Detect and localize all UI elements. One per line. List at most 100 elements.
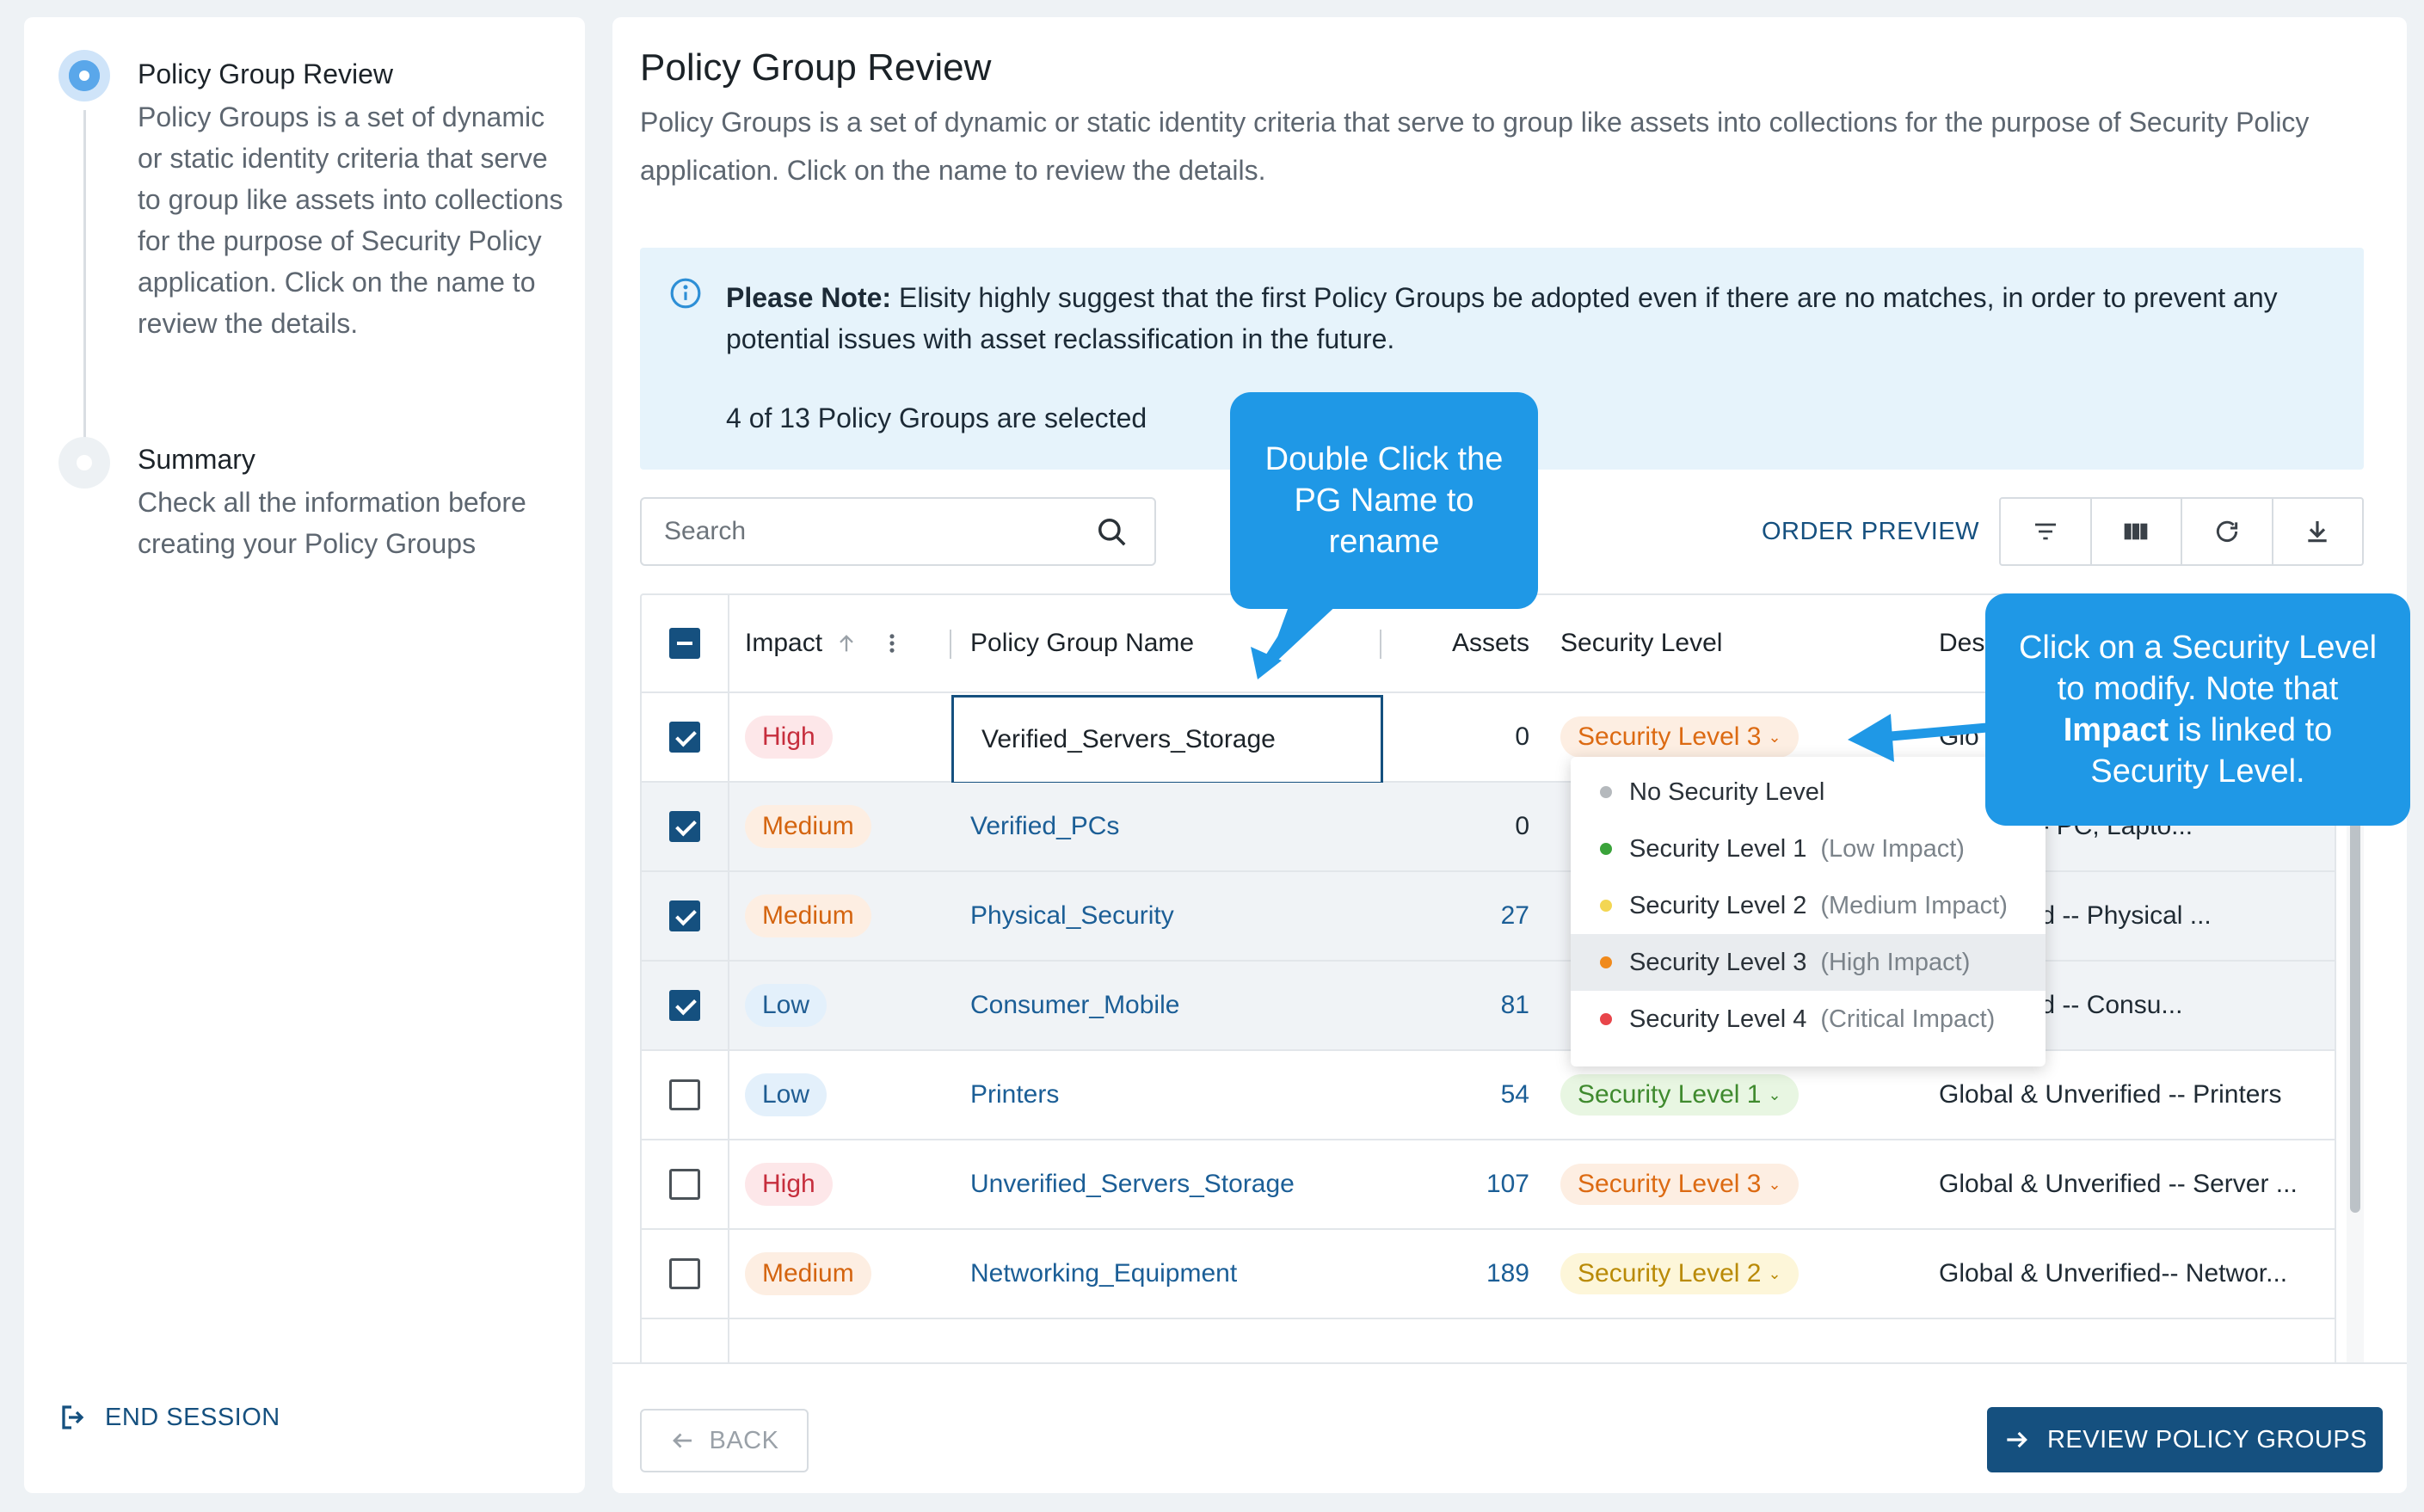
status-dot-icon [1600, 843, 1612, 855]
option-label: Security Level 2 [1629, 891, 1807, 919]
review-policy-groups-button[interactable]: REVIEW POLICY GROUPS [1987, 1407, 2383, 1472]
impact-badge: Low [745, 984, 827, 1027]
columns-button[interactable] [2092, 499, 2182, 564]
table-row[interactable]: High Unverified_Servers_Storage 107 Secu… [642, 1140, 2335, 1230]
column-menu-icon[interactable] [888, 631, 896, 655]
dropdown-option-level-4[interactable]: Security Level 4 (Critical Impact) [1571, 991, 2046, 1048]
row-checkbox[interactable] [669, 722, 700, 753]
policy-group-name-link[interactable]: Unverified_Servers_Storage [951, 1140, 1381, 1228]
dropdown-option-no-security[interactable]: No Security Level [1571, 764, 2046, 821]
dropdown-option-level-3[interactable]: Security Level 3 (High Impact) [1571, 934, 2046, 991]
table-row[interactable]: Low Printers 54 Security Level 1 ⌄ Global… [642, 1051, 2335, 1140]
row-checkbox[interactable] [669, 990, 700, 1021]
option-sublabel: (Critical Impact) [1820, 1005, 1996, 1033]
selection-count: 4 of 13 Policy Groups are selected [726, 403, 1147, 433]
assets-link[interactable]: 27 [1381, 872, 1541, 960]
search-icon[interactable] [1096, 516, 1129, 549]
impact-badge: Medium [745, 1252, 871, 1295]
arrow-left-icon [672, 1433, 692, 1448]
info-icon [670, 278, 701, 309]
row-checkbox[interactable] [669, 900, 700, 931]
security-level-dropdown: No Security Level Security Level 1 (Low I… [1571, 757, 2046, 1066]
impact-badge: Medium [745, 894, 871, 937]
row-select-cell [642, 872, 729, 960]
security-level-chip[interactable]: Security Level 3 ⌄ [1560, 1164, 1799, 1205]
stepper-connector [83, 110, 86, 446]
row-select-cell [642, 1140, 729, 1228]
callout-line: Security Level. [2090, 753, 2305, 790]
callout-line: PG Name to [1294, 482, 1474, 519]
table-toolbar [1999, 497, 2364, 566]
policy-group-name-link[interactable]: Printers [951, 1051, 1381, 1139]
row-select-cell [642, 1319, 729, 1362]
filter-button[interactable] [2001, 499, 2092, 564]
step-title[interactable]: Summary [138, 444, 255, 476]
select-all-checkbox[interactable] [669, 628, 700, 659]
back-button[interactable]: BACK [640, 1409, 809, 1472]
option-label: No Security Level [1629, 778, 1825, 806]
callout-line: rename [1328, 524, 1440, 560]
option-label: Security Level 1 [1629, 834, 1807, 863]
status-dot-icon [1600, 900, 1612, 912]
refresh-button[interactable] [2182, 499, 2273, 564]
row-checkbox[interactable] [669, 1258, 700, 1289]
table-row[interactable]: Low Consumer_Mobile 81 Unverified -- Con… [642, 962, 2335, 1051]
columns-icon [2124, 523, 2148, 540]
security-level-callout: Click on a Security Level to modify. Not… [1985, 593, 2410, 826]
security-cell: Security Level 2 ⌄ [1541, 1230, 1920, 1318]
row-checkbox[interactable] [669, 1169, 700, 1200]
note-text: Please Note: Elisity highly suggest that… [726, 277, 2343, 360]
option-sublabel: (Low Impact) [1820, 834, 1965, 863]
security-level-label: Security Level 3 [1578, 1170, 1762, 1198]
security-level-chip[interactable]: Security Level 3 ⌄ [1560, 716, 1799, 758]
callout-fragment: is linked to [2169, 712, 2333, 748]
impact-cell: High [729, 1140, 951, 1228]
row-checkbox[interactable] [669, 811, 700, 842]
option-label: Security Level 3 [1629, 948, 1807, 976]
policy-group-name-link[interactable]: Networking_Equipment [951, 1230, 1381, 1318]
search-input[interactable] [664, 499, 1077, 564]
step-description: Check all the information before creatin… [138, 487, 526, 559]
security-header[interactable]: Security Level [1541, 595, 1920, 691]
impact-header[interactable]: Impact [729, 595, 951, 691]
dropdown-option-level-2[interactable]: Security Level 2 (Medium Impact) [1571, 877, 2046, 934]
policy-group-name-link[interactable]: Consumer_Mobile [951, 962, 1381, 1049]
assets-header[interactable]: Assets [1381, 595, 1541, 691]
callout-text: Double Click the PG Name to rename [1265, 439, 1504, 562]
dropdown-option-level-1[interactable]: Security Level 1 (Low Impact) [1571, 821, 2046, 877]
assets-link[interactable]: 54 [1381, 1051, 1541, 1139]
callout-line: Impact is linked to [2019, 710, 2377, 751]
assets-link[interactable]: 81 [1381, 962, 1541, 1049]
row-checkbox[interactable] [669, 1079, 700, 1110]
row-select-cell [642, 1051, 729, 1139]
download-button[interactable] [2273, 499, 2363, 564]
chevron-down-icon: ⌄ [1768, 728, 1781, 746]
impact-cell: Medium [729, 783, 951, 870]
table-row[interactable]: Medium Networking_Equipment 189 Security… [642, 1230, 2335, 1319]
description-cell: Global & Unverified -- Server ... [1939, 1170, 2298, 1198]
review-label: REVIEW POLICY GROUPS [2046, 1425, 2368, 1454]
policy-group-name-input[interactable]: Verified_Servers_Storage [951, 695, 1383, 784]
end-session-button[interactable]: END SESSION [58, 1402, 280, 1433]
security-level-chip[interactable]: Security Level 1 ⌄ [1560, 1074, 1799, 1116]
security-level-chip[interactable]: Security Level 2 ⌄ [1560, 1253, 1799, 1294]
stepper-panel: Policy Group Review Policy Groups is a s… [24, 17, 585, 1493]
name-header[interactable]: Policy Group Name [951, 595, 1381, 691]
policy-group-name-link[interactable]: Verified_PCs [951, 783, 1381, 870]
step-title[interactable]: Policy Group Review [138, 58, 393, 90]
policy-group-name-link[interactable]: Physical_Security [951, 872, 1381, 960]
assets-link[interactable]: 189 [1381, 1230, 1541, 1318]
status-dot-icon [1600, 956, 1612, 968]
security-cell: Security Level 3 ⌄ [1541, 1140, 1920, 1228]
impact-cell: Medium [729, 1230, 951, 1318]
note-label: Please Note: [726, 282, 892, 313]
assets-link[interactable]: 107 [1381, 1140, 1541, 1228]
table-row[interactable]: Medium Physical_Security 27 Unverified -… [642, 872, 2335, 962]
sort-up-icon[interactable] [834, 631, 858, 655]
table-row[interactable] [642, 1319, 2335, 1362]
option-sublabel: (High Impact) [1820, 948, 1971, 976]
step-inactive-indicator [58, 437, 110, 489]
callout-line: to modify. Note that [2057, 671, 2339, 707]
status-dot-icon [1600, 786, 1612, 798]
order-preview-button[interactable]: ORDER PREVIEW [1762, 518, 1979, 546]
